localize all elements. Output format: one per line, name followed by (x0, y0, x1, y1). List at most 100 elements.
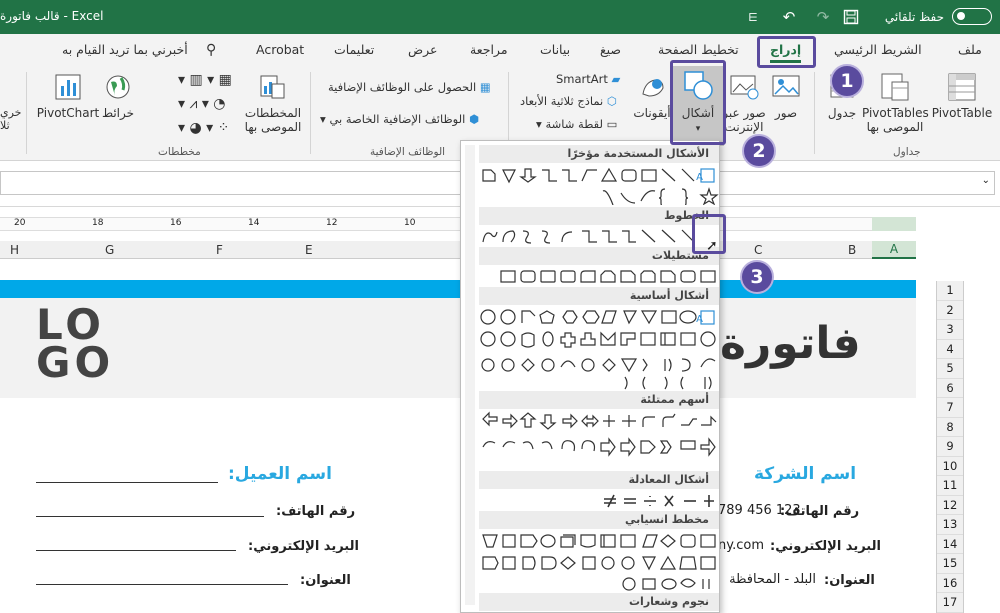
invoice-header-bar (0, 280, 916, 298)
equation-shapes[interactable] (479, 491, 719, 511)
section-recent-shapes: الأشكال المستخدمة مؤخرًا (479, 145, 719, 163)
section-block-arrows: أسهم ممتلئة (479, 391, 719, 409)
pivotchart-button[interactable]: PivotChart (36, 72, 100, 120)
column-header-b[interactable]: B (848, 243, 856, 257)
row-header[interactable]: 10 (937, 457, 963, 476)
column-header-a[interactable]: A (872, 241, 916, 259)
row-header[interactable]: 9 (937, 437, 963, 457)
tab-data[interactable]: بيانات (540, 42, 570, 57)
expand-formula-icon[interactable]: ⌄ (982, 175, 990, 186)
tell-me-search[interactable]: أخبرني بما تريد القيام به (62, 42, 188, 57)
pivotchart-icon (55, 74, 81, 100)
recommended-pivot-sub: الموصى بها (866, 120, 924, 134)
icons-icon (642, 79, 664, 97)
ruler-tick: 18 (92, 218, 104, 228)
flowchart-shapes[interactable] (479, 531, 719, 591)
row-header[interactable]: 17 (937, 593, 963, 613)
tab-help[interactable]: تعليمات (334, 42, 374, 57)
screenshot-button[interactable]: ▾ لقطة شاشة ▭ (536, 117, 618, 131)
pivotchart-label: PivotChart (36, 106, 100, 120)
pivottable-button[interactable]: PivotTable (930, 72, 994, 120)
client-address-line[interactable] (36, 584, 288, 585)
get-addins-button[interactable]: الحصول على الوظائف الإضافية ▦ (328, 80, 491, 94)
section-flowchart: مخطط انسيابي (479, 511, 719, 529)
online-pictures-sub: الإنترنت (724, 120, 764, 134)
row-header[interactable]: 16 (937, 574, 963, 593)
column-header-g[interactable]: G (105, 243, 114, 257)
undo-icon[interactable]: ↶ (778, 6, 800, 28)
row-header[interactable]: 5 (937, 359, 963, 379)
line-shapes[interactable] (479, 227, 719, 247)
row-header[interactable]: 3 (937, 320, 963, 340)
column-header-c[interactable]: C (754, 243, 762, 257)
phone-value: 789 456 123 (718, 503, 801, 518)
pivottable-icon (948, 73, 976, 101)
tab-home[interactable]: الشريط الرئيسي (834, 42, 922, 57)
3d-models-button[interactable]: نماذج ثلاثية الأبعاد ⬡ (520, 94, 617, 108)
icons-button[interactable]: أيقونات (632, 72, 672, 120)
pictures-button[interactable]: صور (768, 72, 804, 120)
gallery-scrollbar[interactable] (465, 145, 475, 605)
rectangle-shapes[interactable] (479, 267, 719, 287)
row-header[interactable]: 15 (937, 554, 963, 574)
row-header[interactable]: 7 (937, 398, 963, 418)
block-arrow-shapes[interactable] (479, 411, 719, 465)
row-header[interactable]: 11 (937, 476, 963, 496)
maps-button[interactable]: خرائط (98, 72, 138, 120)
title-bar: حفظ تلقائي ↷ ↶ ⋿ قالب فاتورة - Excel (0, 0, 1000, 34)
ribbon-tabs: ملف الشريط الرئيسي إدراج تخطيط الصفحة صي… (0, 34, 1000, 66)
line-chart-icon[interactable]: ▾ ⩘ ▾ ◔ (178, 96, 226, 112)
recommended-pivot-icon (881, 73, 909, 101)
client-name-label: اسم العميل: (228, 464, 332, 484)
table-label: جدول (827, 106, 857, 120)
tab-file[interactable]: ملف (958, 42, 982, 57)
row-header[interactable]: 6 (937, 379, 963, 398)
separator (310, 72, 311, 154)
svg-text:A: A (696, 314, 703, 325)
autosave[interactable]: حفظ تلقائي (885, 8, 992, 25)
row-header[interactable]: 14 (937, 535, 963, 554)
pie-chart-icon[interactable]: ▾ ◕ ▾ ⁘ (178, 120, 229, 136)
row-header[interactable]: 12 (937, 496, 963, 515)
my-addins-button[interactable]: ▾ الوظائف الإضافية الخاصة بي ⬢ (320, 112, 479, 126)
basic-shapes[interactable]: A (479, 307, 719, 391)
row-header[interactable]: 13 (937, 515, 963, 535)
column-header-e[interactable]: E (305, 243, 313, 257)
column-headers: A B C E F G H (0, 241, 916, 259)
tab-acrobat[interactable]: Acrobat (256, 42, 304, 57)
row-header[interactable]: 4 (937, 340, 963, 359)
row-header[interactable]: 2 (937, 301, 963, 320)
excel-window: حفظ تلقائي ↷ ↶ ⋿ قالب فاتورة - Excel ملف… (0, 0, 1000, 613)
online-pictures-label: صور عبر (722, 106, 766, 120)
recommended-charts-icon (260, 75, 285, 99)
tab-view[interactable]: عرض (408, 42, 437, 57)
section-rectangles: مستطيلات (479, 247, 719, 265)
recommended-charts-button[interactable]: المخططات الموصى بها (242, 72, 304, 134)
client-email-line[interactable] (36, 550, 236, 551)
smartart-label: SmartArt (556, 72, 608, 86)
recent-shapes[interactable]: A (479, 165, 719, 205)
customize-qat-icon[interactable]: ⋿ (742, 6, 764, 28)
column-chart-icon[interactable]: ▾ ▥ ▾ ▦ (178, 72, 232, 88)
online-pictures-button[interactable]: صور عبر الإنترنت (722, 72, 766, 134)
column-header-h[interactable]: H (10, 243, 19, 257)
tab-formulas[interactable]: صيغ (600, 42, 621, 57)
tab-review[interactable]: مراجعة (470, 42, 508, 57)
tab-page-layout[interactable]: تخطيط الصفحة (658, 42, 739, 57)
redo-icon[interactable]: ↷ (812, 6, 834, 28)
section-basic-shapes: أشكال أساسية (479, 287, 719, 305)
ruler-tick: 12 (326, 218, 338, 228)
cut-off-button[interactable]: خري ثلا (0, 106, 21, 132)
callout-highlight-insert-tab (757, 36, 816, 68)
smartart-button[interactable]: SmartArt ▰ (556, 72, 620, 86)
client-name-line[interactable] (36, 482, 218, 483)
client-phone-line[interactable] (36, 516, 264, 517)
row-header[interactable]: 8 (937, 418, 963, 437)
recommended-pivot-button[interactable]: PivotTables الموصى بها (862, 72, 929, 134)
column-header-f[interactable]: F (216, 243, 223, 257)
row-header[interactable]: 1 (937, 281, 963, 301)
autosave-toggle[interactable] (952, 8, 992, 25)
3d-models-label: نماذج ثلاثية الأبعاد (520, 94, 604, 108)
save-icon[interactable] (840, 6, 862, 28)
recommended-charts-label: المخططات (244, 106, 302, 120)
